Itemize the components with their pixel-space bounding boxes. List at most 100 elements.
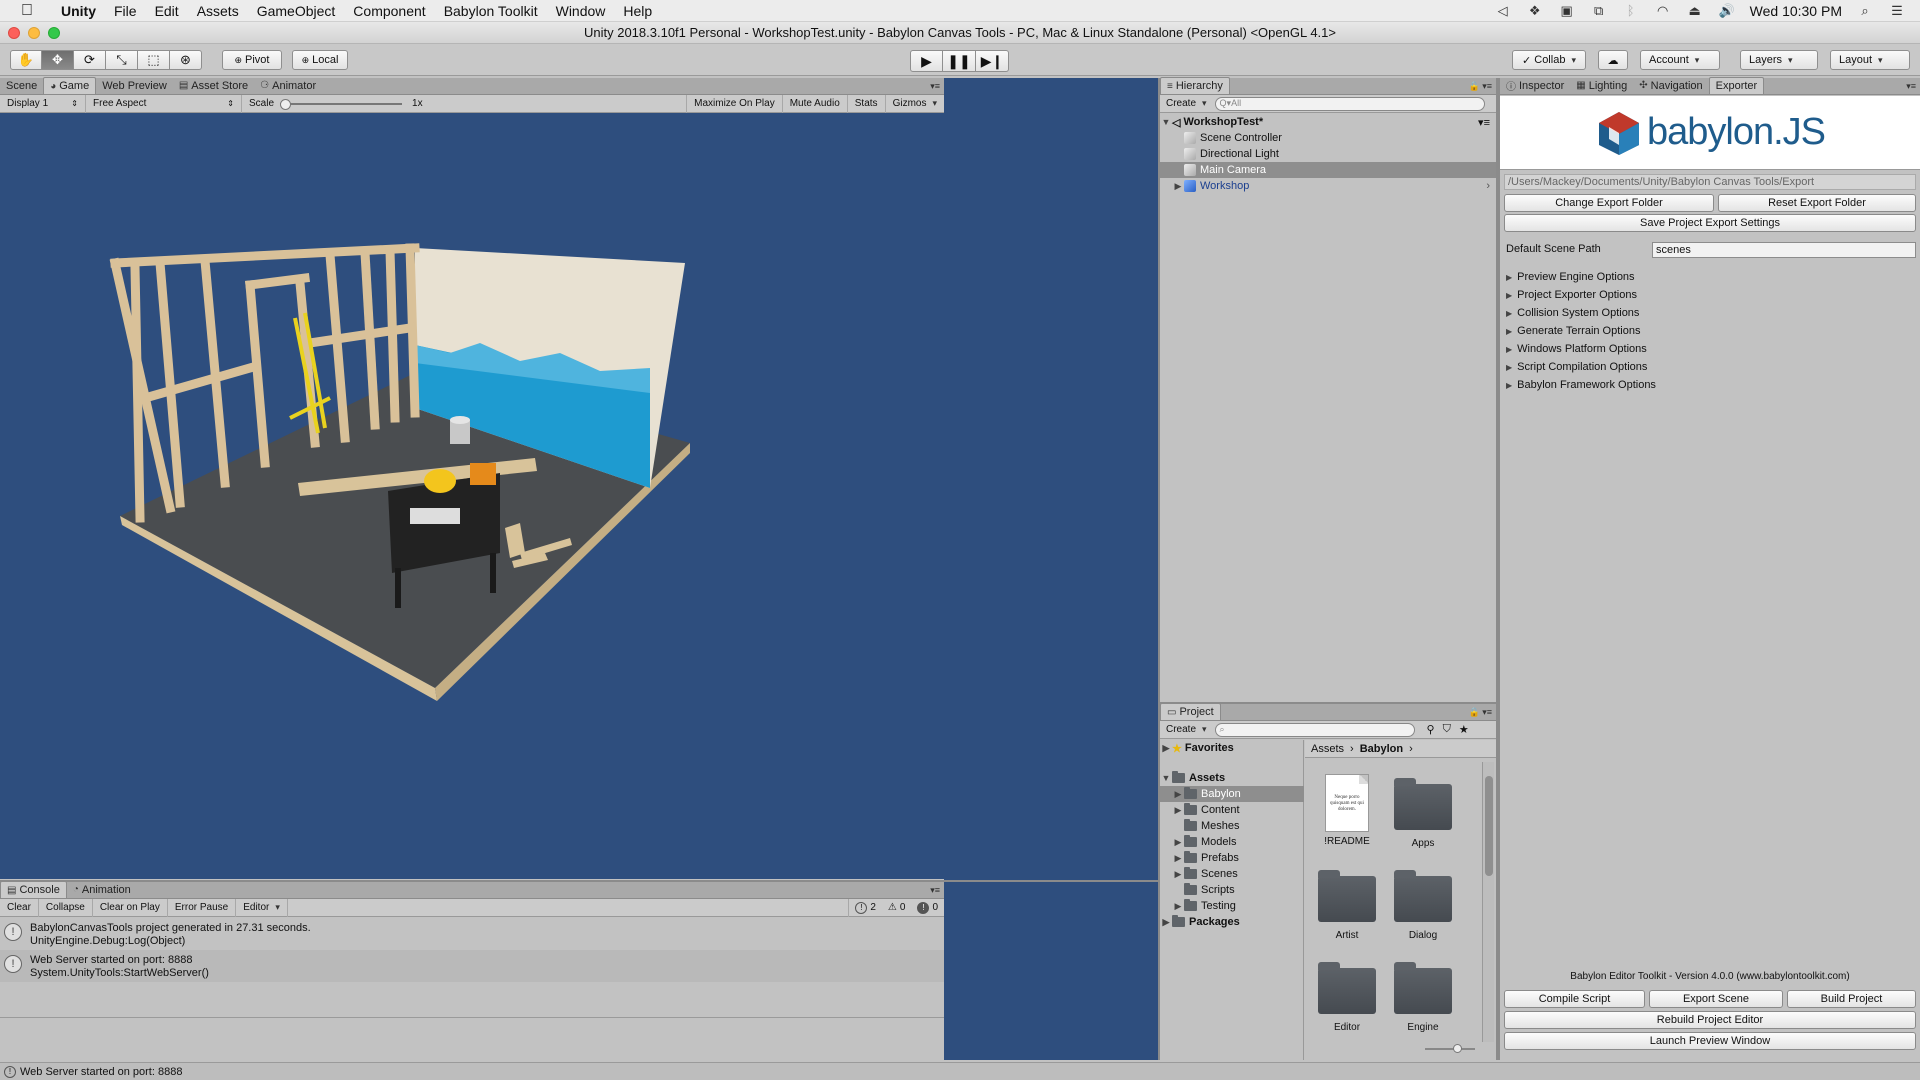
account-dropdown[interactable]: Account — [1640, 50, 1720, 70]
default-scene-path-input[interactable]: scenes — [1652, 242, 1916, 258]
cloud-button[interactable]: ☁ — [1598, 50, 1628, 70]
tab-navigation[interactable]: ✣ Navigation — [1633, 77, 1708, 94]
wifi-icon[interactable]: ◠ — [1654, 3, 1672, 18]
scale-tool-icon[interactable]: ⤡ — [106, 50, 138, 70]
tab-project[interactable]: ▭ Project — [1160, 703, 1221, 720]
filter-type-icon[interactable]: ⚲ — [1427, 723, 1435, 736]
panel-menu-icon[interactable]: ▾≡ — [930, 81, 940, 92]
expand-arrow-icon[interactable]: ▶ — [1160, 743, 1172, 754]
breadcrumb-assets[interactable]: Assets — [1311, 743, 1344, 755]
asset-folder-engine[interactable]: Engine — [1388, 962, 1458, 1033]
menu-unity[interactable]: Unity — [52, 0, 105, 22]
change-export-folder-button[interactable]: Change Export Folder — [1504, 194, 1714, 212]
hierarchy-search-input[interactable]: Q▾All — [1214, 96, 1485, 111]
step-button[interactable]: ▶❙ — [976, 50, 1009, 72]
tab-animator[interactable]: ⚆ Animator — [254, 77, 322, 94]
pause-button[interactable]: ❚❚ — [943, 50, 976, 72]
asset-folder-apps[interactable]: Apps — [1388, 778, 1458, 849]
game-viewport-extension[interactable] — [944, 78, 1160, 1060]
rotate-tool-icon[interactable]: ⟳ — [74, 50, 106, 70]
tab-game[interactable]: ◕ Game — [43, 77, 97, 94]
expand-arrow-icon[interactable]: ▼ — [1160, 773, 1172, 783]
scale-slider[interactable] — [280, 98, 403, 110]
menu-help[interactable]: Help — [614, 0, 661, 22]
asset-readme[interactable]: Neque porro quisquam est qui dolorem. !R… — [1312, 774, 1382, 847]
spotlight-search-icon[interactable]: ⌕ — [1856, 3, 1874, 18]
expand-arrow-icon[interactable]: ▼ — [1160, 117, 1172, 127]
console-menu-icon[interactable]: ▾≡ — [930, 885, 940, 896]
hierarchy-item-workshop[interactable]: ▶ Workshop › — [1160, 178, 1496, 194]
expand-arrow-icon[interactable]: ▶ — [1172, 901, 1184, 912]
expand-arrow-icon[interactable]: ▶ — [1172, 853, 1184, 864]
expand-arrow-icon[interactable]: ▶ — [1172, 181, 1184, 192]
vertical-splitter[interactable] — [1158, 78, 1160, 1060]
scene-root-row[interactable]: ▼ ◁ WorkshopTest* ▾≡ — [1160, 114, 1496, 130]
pivot-toggle[interactable]: ⊕ Pivot — [222, 50, 282, 70]
tab-hierarchy[interactable]: ≡ Hierarchy — [1160, 77, 1230, 94]
rect-tool-icon[interactable]: ⬚ — [138, 50, 170, 70]
console-log-entry[interactable]: ! Web Server started on port: 8888 System… — [0, 950, 944, 982]
assets-row[interactable]: ▼ Assets — [1160, 770, 1304, 786]
menu-gameobject[interactable]: GameObject — [248, 0, 345, 22]
favorite-star-icon[interactable]: ★ — [1459, 723, 1469, 736]
tab-exporter[interactable]: Exporter — [1708, 77, 1765, 94]
hand-tool-icon[interactable]: ✋ — [10, 50, 42, 70]
launch-preview-window-button[interactable]: Launch Preview Window — [1504, 1032, 1916, 1050]
save-export-settings-button[interactable]: Save Project Export Settings — [1504, 214, 1916, 232]
display-icon[interactable]: ▣ — [1558, 3, 1576, 18]
tab-web-preview[interactable]: Web Preview — [96, 77, 173, 94]
info-count-toggle[interactable]: ! 2 — [849, 899, 882, 917]
favorites-row[interactable]: ▶ ★ Favorites — [1160, 740, 1304, 756]
console-log-entry[interactable]: ! BabylonCanvasTools project generated i… — [0, 918, 944, 950]
minimize-window-button[interactable] — [28, 27, 40, 39]
collab-dropdown[interactable]: ✓ Collab — [1512, 50, 1586, 70]
hierarchy-item-main-camera[interactable]: Main Camera — [1160, 162, 1496, 178]
hierarchy-menu-icon[interactable]: 🔒 ▾≡ — [1469, 81, 1492, 92]
layers-dropdown[interactable]: Layers — [1740, 50, 1818, 70]
aspect-dropdown[interactable]: Free Aspect ⇕ — [86, 94, 242, 113]
notification-center-icon[interactable]: ☰ — [1888, 3, 1906, 18]
scrollbar-thumb[interactable] — [1485, 776, 1493, 876]
dropbox-icon[interactable]: ❖ — [1526, 3, 1544, 18]
foldout-script-compilation[interactable]: Script Compilation Options — [1506, 359, 1647, 375]
foldout-generate-terrain[interactable]: Generate Terrain Options — [1506, 323, 1640, 339]
maximize-on-play-toggle[interactable]: Maximize On Play — [686, 94, 783, 113]
slider-thumb[interactable] — [1453, 1044, 1462, 1053]
move-tool-icon[interactable]: ✥ — [42, 50, 74, 70]
folder-content[interactable]: ▶ Content — [1160, 802, 1304, 818]
horizontal-splitter[interactable] — [0, 880, 1160, 882]
console-collapse-button[interactable]: Collapse — [39, 898, 93, 917]
tab-inspector[interactable]: ⓘ Inspector — [1500, 77, 1570, 94]
bluetooth-icon[interactable]: ᛒ — [1622, 3, 1640, 18]
asset-folder-dialog[interactable]: Dialog — [1388, 870, 1458, 941]
folder-models[interactable]: ▶ Models — [1160, 834, 1304, 850]
copy-icon[interactable]: ⧉ — [1590, 3, 1608, 18]
volume-icon[interactable]: 🔊 — [1718, 3, 1736, 18]
local-toggle[interactable]: ⊕ Local — [292, 50, 348, 70]
asset-folder-artist[interactable]: Artist — [1312, 870, 1382, 941]
clock[interactable]: Wed 10:30 PM — [1750, 3, 1842, 19]
expand-arrow-icon[interactable]: ▶ — [1172, 869, 1184, 880]
foldout-babylon-framework[interactable]: Babylon Framework Options — [1506, 377, 1656, 393]
tab-asset-store[interactable]: ▤ Asset Store — [173, 77, 254, 94]
hierarchy-item-scene-controller[interactable]: Scene Controller — [1160, 130, 1496, 146]
reset-export-folder-button[interactable]: Reset Export Folder — [1718, 194, 1916, 212]
menu-component[interactable]: Component — [344, 0, 434, 22]
folder-scripts[interactable]: Scripts — [1160, 882, 1304, 898]
console-divider[interactable] — [0, 1017, 944, 1018]
chevron-right-icon[interactable]: › — [1486, 180, 1490, 192]
foldout-preview-engine[interactable]: Preview Engine Options — [1506, 269, 1634, 285]
hierarchy-create-dropdown[interactable]: Create — [1166, 98, 1207, 109]
menu-window[interactable]: Window — [547, 0, 615, 22]
maximize-window-button[interactable] — [48, 27, 60, 39]
rebuild-project-editor-button[interactable]: Rebuild Project Editor — [1504, 1011, 1916, 1029]
tab-console[interactable]: ▤ Console — [0, 881, 67, 898]
folder-meshes[interactable]: Meshes — [1160, 818, 1304, 834]
unity-status-icon[interactable]: ◁ — [1494, 3, 1512, 18]
folder-testing[interactable]: ▶ Testing — [1160, 898, 1304, 914]
horizontal-splitter[interactable] — [1160, 702, 1496, 704]
console-clear-button[interactable]: Clear — [0, 898, 39, 917]
foldout-project-exporter[interactable]: Project Exporter Options — [1506, 287, 1637, 303]
scene-menu-icon[interactable]: ▾≡ — [1478, 116, 1490, 129]
menu-edit[interactable]: Edit — [146, 0, 188, 22]
